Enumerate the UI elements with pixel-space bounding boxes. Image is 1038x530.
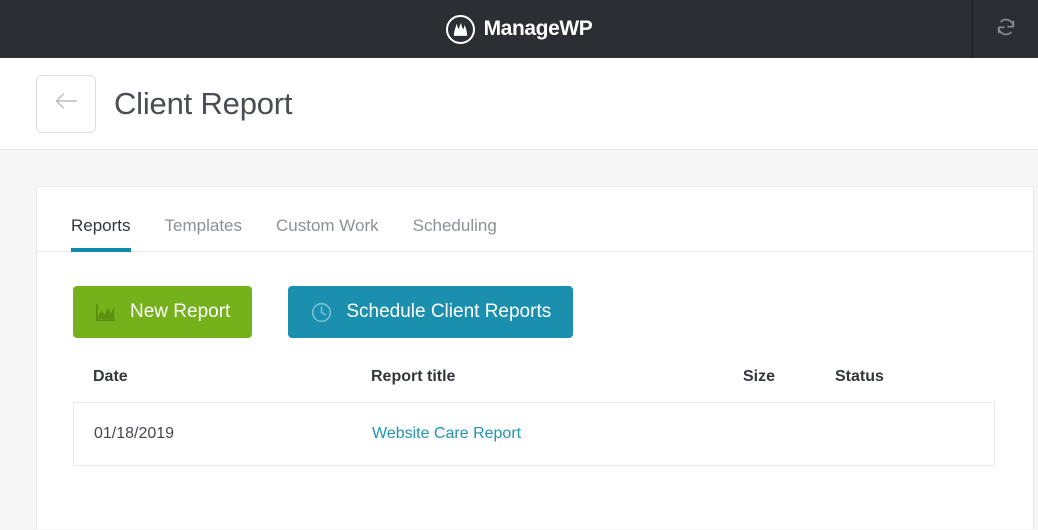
managewp-flame-logo (446, 15, 475, 44)
brand-logo[interactable]: ManageWP (446, 15, 593, 44)
page-title: Client Report (114, 86, 292, 122)
reports-table: Date Report title Size Status 01/18/2019… (73, 368, 995, 466)
tab-reports[interactable]: Reports (71, 216, 131, 251)
schedule-reports-label: Schedule Client Reports (346, 301, 551, 323)
column-header-date: Date (93, 368, 371, 386)
column-header-status: Status (835, 368, 995, 386)
column-header-title: Report title (371, 368, 743, 386)
new-report-label: New Report (130, 301, 230, 323)
clock-icon (310, 301, 333, 324)
arrow-left-icon (53, 91, 79, 116)
content-area: Reports Templates Custom Work Scheduling… (0, 150, 1038, 529)
refresh-button[interactable] (972, 0, 1038, 58)
top-bar: ManageWP (0, 0, 1038, 58)
schedule-client-reports-button[interactable]: Schedule Client Reports (288, 286, 573, 338)
tab-bar: Reports Templates Custom Work Scheduling (37, 187, 1033, 252)
table-row[interactable]: 01/18/2019 Website Care Report (73, 402, 995, 466)
tab-scheduling[interactable]: Scheduling (413, 216, 497, 251)
page-header: Client Report (0, 58, 1038, 150)
reports-card: Reports Templates Custom Work Scheduling… (36, 186, 1034, 529)
back-button[interactable] (36, 75, 96, 133)
brand-name: ManageWP (484, 17, 593, 41)
report-title-link[interactable]: Website Care Report (372, 425, 521, 442)
action-bar: New Report Schedule Client Reports (37, 252, 1033, 338)
column-header-size: Size (743, 368, 835, 386)
new-report-button[interactable]: New Report (73, 286, 252, 338)
cell-date: 01/18/2019 (94, 425, 372, 443)
tab-custom-work[interactable]: Custom Work (276, 216, 379, 251)
table-header: Date Report title Size Status (73, 368, 995, 402)
cell-title: Website Care Report (372, 425, 744, 443)
tab-templates[interactable]: Templates (165, 216, 242, 251)
chart-icon (95, 302, 117, 322)
refresh-icon (995, 16, 1017, 43)
